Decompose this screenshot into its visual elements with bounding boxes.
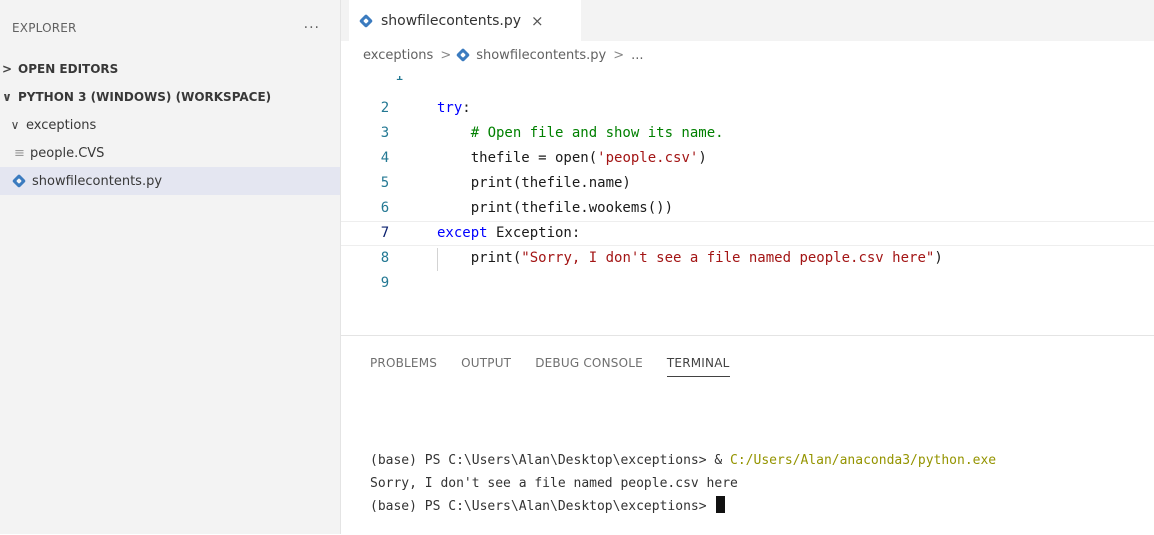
- code-token: thefile = open(: [437, 150, 598, 166]
- file-item-showfilecontents[interactable]: showfilecontents.py: [0, 167, 340, 195]
- file-label: showfilecontents.py: [32, 173, 163, 189]
- code-text: print(thefile.wookems()): [437, 196, 673, 221]
- partial-line-number: 1: [395, 76, 405, 82]
- code-token: # Open file and show its name.: [470, 125, 724, 141]
- terminal-cursor: [716, 496, 726, 513]
- code-line[interactable]: 6 print(thefile.wookems()): [341, 196, 1154, 221]
- code-token: "Sorry, I don't see a file named people.…: [521, 250, 935, 266]
- code-token: ): [934, 250, 943, 266]
- python-file-icon: [456, 47, 471, 63]
- file-label: people.CVS: [30, 145, 105, 161]
- explorer-sidebar: EXPLORER ··· > OPEN EDITORS ∨ PYTHON 3 (…: [0, 0, 341, 534]
- indent-guide: [437, 248, 438, 271]
- python-file-icon: [358, 13, 374, 28]
- line-number: 2: [380, 100, 390, 116]
- breadcrumb-folder[interactable]: exceptions: [363, 48, 433, 63]
- code-text: except Exception:: [437, 222, 580, 245]
- text-file-icon: ≡: [14, 145, 25, 161]
- breadcrumb-more[interactable]: ...: [631, 48, 643, 63]
- code-token: ): [698, 150, 707, 166]
- tab-problems[interactable]: PROBLEMS: [370, 356, 437, 377]
- tab-debug-console[interactable]: DEBUG CONSOLE: [535, 356, 643, 377]
- code-line[interactable]: 2 try:: [341, 96, 1154, 121]
- code-token: except: [437, 225, 488, 241]
- line-number: 6: [380, 200, 390, 216]
- code-text: # Open file and show its name.: [437, 121, 724, 146]
- code-line[interactable]: 3 # Open file and show its name.: [341, 121, 1154, 146]
- tab-label: showfilecontents.py: [381, 12, 522, 29]
- code-line[interactable]: 7 except Exception:: [341, 221, 1154, 246]
- terminal-prompt: (base) PS C:\Users\Alan\Desktop\exceptio…: [370, 499, 715, 514]
- code-text: print("Sorry, I don't see a file named p…: [437, 246, 943, 271]
- code-token: :: [462, 100, 471, 116]
- more-actions-icon[interactable]: ···: [304, 20, 320, 36]
- line-number: 5: [380, 175, 390, 191]
- breadcrumb-file[interactable]: showfilecontents.py: [476, 48, 606, 63]
- code-line[interactable]: 5 print(thefile.name): [341, 171, 1154, 196]
- code-text: thefile = open('people.csv'): [437, 146, 707, 171]
- terminal-command-path: C:/Users/Alan/anaconda3/python.exe: [730, 453, 997, 468]
- explorer-title: EXPLORER: [12, 20, 77, 35]
- folder-label: exceptions: [26, 117, 97, 133]
- line-number: 8: [380, 250, 390, 266]
- line-number: 3: [380, 125, 390, 141]
- terminal-line: (base) PS C:\Users\Alan\Desktop\exceptio…: [370, 449, 1154, 472]
- python-file-icon: [11, 173, 27, 189]
- breadcrumb: exceptions > showfilecontents.py > ...: [341, 41, 1154, 69]
- code-token: try: [437, 100, 463, 116]
- open-editors-section[interactable]: > OPEN EDITORS: [0, 55, 340, 83]
- open-editors-label: OPEN EDITORS: [18, 62, 119, 76]
- code-line[interactable]: 9: [341, 271, 1154, 296]
- terminal-line: (base) PS C:\Users\Alan\Desktop\exceptio…: [370, 495, 1154, 518]
- code-token: print(thefile.name): [437, 175, 631, 191]
- terminal-prompt: (base) PS C:\Users\Alan\Desktop\exceptio…: [370, 453, 731, 468]
- code-text: print(thefile.name): [437, 171, 631, 196]
- tab-output[interactable]: OUTPUT: [461, 356, 511, 377]
- terminal-line: Sorry, I don't see a file named people.c…: [370, 476, 738, 491]
- tab-showfilecontents[interactable]: showfilecontents.py ×: [349, 0, 581, 41]
- chevron-right-icon: >: [440, 47, 452, 63]
- file-item-people-cvs[interactable]: ≡ people.CVS: [0, 139, 340, 167]
- code-token: print(thefile.wookems()): [437, 200, 674, 216]
- code-editor[interactable]: 1 2try:3 # Open file and show its name.4…: [341, 76, 1154, 316]
- code-token: 'people.csv': [597, 150, 699, 166]
- workspace-label: PYTHON 3 (WINDOWS) (WORKSPACE): [18, 90, 272, 104]
- code-text: try:: [437, 96, 471, 121]
- code-token: Exception:: [487, 225, 581, 241]
- line-number: 7: [380, 225, 390, 241]
- chevron-down-icon: ∨: [10, 118, 20, 132]
- chevron-right-icon: >: [1, 62, 13, 76]
- bottom-panel: PROBLEMS OUTPUT DEBUG CONSOLE TERMINAL (bas…: [341, 335, 1154, 535]
- explorer-header: EXPLORER ···: [0, 0, 340, 55]
- code-line[interactable]: 4 thefile = open('people.csv'): [341, 146, 1154, 171]
- code-token: print(: [437, 250, 522, 266]
- chevron-right-icon: >: [613, 47, 625, 63]
- tab-terminal[interactable]: TERMINAL: [666, 356, 730, 377]
- terminal-output[interactable]: (base) PS C:\Users\Alan\Desktop\exceptio…: [370, 449, 1154, 518]
- workspace-section[interactable]: ∨ PYTHON 3 (WINDOWS) (WORKSPACE): [0, 83, 340, 111]
- chevron-down-icon: ∨: [2, 90, 12, 104]
- panel-tab-strip: PROBLEMS OUTPUT DEBUG CONSOLE TERMINAL: [370, 356, 754, 377]
- line-number: 4: [380, 150, 390, 166]
- close-icon[interactable]: ×: [531, 12, 544, 30]
- line-number: 9: [380, 275, 390, 291]
- folder-exceptions[interactable]: ∨ exceptions: [0, 111, 340, 139]
- editor-tab-bar: showfilecontents.py ×: [341, 0, 1154, 41]
- code-line[interactable]: 8 print("Sorry, I don't see a file named…: [341, 246, 1154, 271]
